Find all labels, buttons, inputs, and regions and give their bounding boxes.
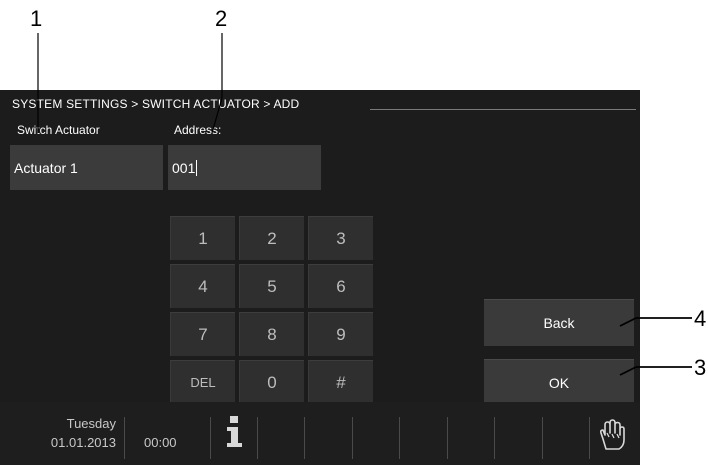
callout-1: 1 xyxy=(30,6,43,31)
taskbar-separator xyxy=(542,417,543,459)
ok-button[interactable]: OK xyxy=(484,359,634,406)
address-field[interactable]: 001 xyxy=(168,145,321,190)
key-7[interactable]: 7 xyxy=(170,312,235,356)
callout-4: 4 xyxy=(694,306,707,331)
hand-icon[interactable] xyxy=(597,419,625,451)
key-9[interactable]: 9 xyxy=(308,312,373,356)
taskbar-day: Tuesday xyxy=(66,416,116,431)
key-5[interactable]: 5 xyxy=(239,264,304,308)
callout-3: 3 xyxy=(694,355,707,380)
taskbar-separator xyxy=(257,417,258,459)
key-1[interactable]: 1 xyxy=(170,216,235,260)
switch-actuator-label: Switch Actuator xyxy=(17,123,100,137)
callout-2: 2 xyxy=(215,6,228,31)
taskbar-time: 00:00 xyxy=(144,435,177,450)
key-del[interactable]: DEL xyxy=(170,360,235,404)
switch-actuator-value: Actuator 1 xyxy=(14,159,78,176)
key-8[interactable]: 8 xyxy=(239,312,304,356)
taskbar-separator xyxy=(447,417,448,459)
key-2[interactable]: 2 xyxy=(239,216,304,260)
taskbar-separator xyxy=(124,417,125,459)
taskbar: Tuesday 01.01.2013 00:00 xyxy=(0,402,640,465)
key-4[interactable]: 4 xyxy=(170,264,235,308)
taskbar-separator xyxy=(304,417,305,459)
taskbar-separator xyxy=(399,417,400,459)
address-label: Address: xyxy=(174,123,222,137)
taskbar-separator xyxy=(210,417,211,459)
info-icon[interactable] xyxy=(224,414,244,450)
key-3[interactable]: 3 xyxy=(308,216,373,260)
key-6[interactable]: 6 xyxy=(308,264,373,308)
address-value: 001 xyxy=(172,159,196,176)
switch-actuator-field[interactable]: Actuator 1 xyxy=(10,145,163,190)
breadcrumb-divider xyxy=(370,109,636,110)
key-0[interactable]: 0 xyxy=(239,360,304,404)
device-screen: SYSTEM SETTINGS > SWITCH ACTUATOR > ADD … xyxy=(0,90,640,465)
breadcrumb: SYSTEM SETTINGS > SWITCH ACTUATOR > ADD xyxy=(12,97,300,111)
taskbar-separator xyxy=(494,417,495,459)
key-hash[interactable]: # xyxy=(308,360,373,404)
taskbar-date: 01.01.2013 xyxy=(50,435,116,450)
back-button[interactable]: Back xyxy=(484,299,634,346)
taskbar-separator xyxy=(352,417,353,459)
taskbar-separator xyxy=(589,417,590,459)
text-caret xyxy=(196,159,198,176)
